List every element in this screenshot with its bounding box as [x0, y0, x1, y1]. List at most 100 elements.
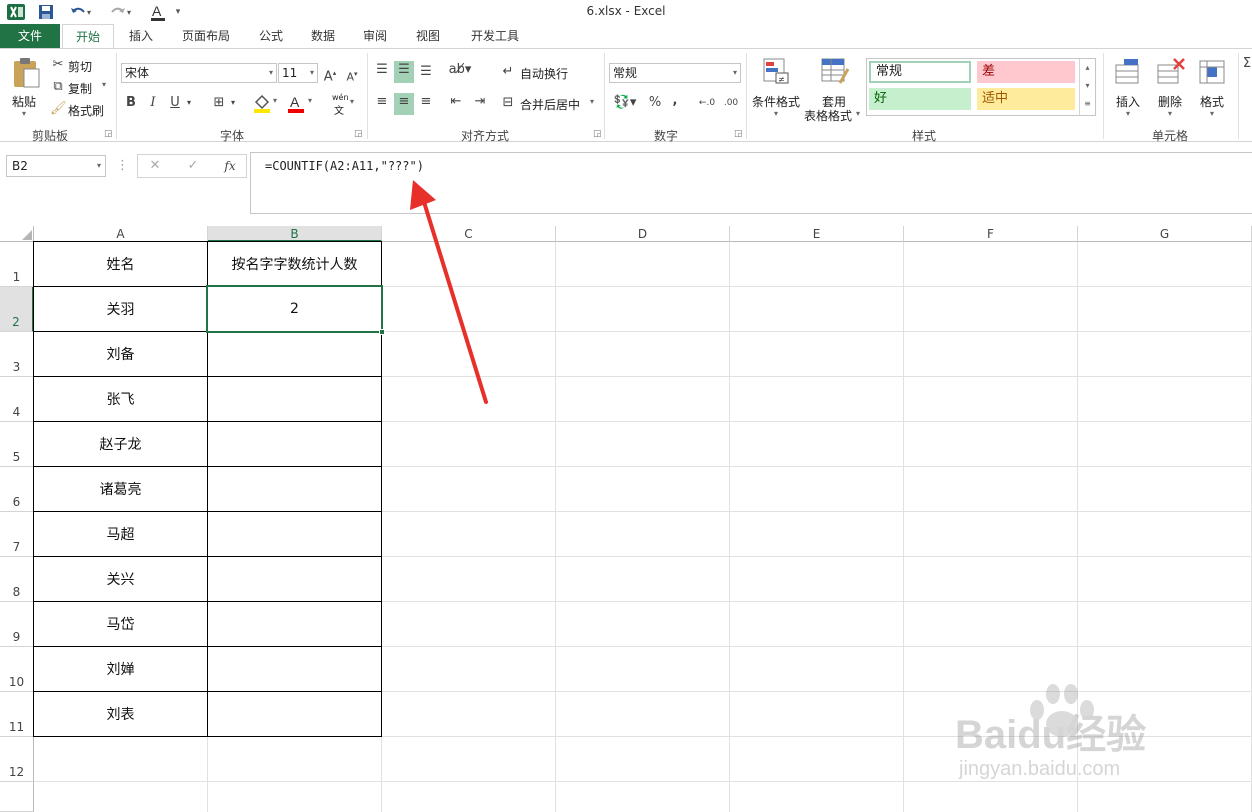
- align-bottom-icon[interactable]: ☰: [416, 63, 436, 85]
- phonetic-guide-button[interactable]: wén 文 ▾: [330, 93, 360, 117]
- decrease-decimal-icon[interactable]: .00: [720, 94, 742, 112]
- cell-a3[interactable]: 刘备: [34, 332, 207, 376]
- row-header-7[interactable]: 7: [0, 512, 34, 557]
- row-header-3[interactable]: 3: [0, 332, 34, 377]
- increase-indent-icon[interactable]: ⇥: [470, 93, 490, 111]
- row-header-4[interactable]: 4: [0, 377, 34, 422]
- cell-a9[interactable]: 马岱: [34, 602, 207, 646]
- shrink-font-icon[interactable]: A▾: [344, 65, 360, 87]
- row-header-13[interactable]: [0, 782, 34, 812]
- font-color-button[interactable]: A ▾: [287, 93, 317, 115]
- row-header-2[interactable]: 2: [0, 287, 34, 332]
- cell-a1[interactable]: 姓名: [34, 242, 207, 286]
- paste-button[interactable]: 粘贴 ▾: [8, 55, 44, 123]
- bold-button[interactable]: B: [124, 94, 138, 112]
- row-header-5[interactable]: 5: [0, 422, 34, 467]
- cell-b1[interactable]: 按名字字数统计人数: [208, 242, 381, 286]
- tab-insert[interactable]: 插入: [118, 24, 164, 48]
- format-as-table-button[interactable]: 套用 表格格式 ▾: [804, 55, 864, 123]
- dialog-launcher-icon[interactable]: ◲: [593, 129, 602, 139]
- cancel-icon[interactable]: ✕: [146, 157, 164, 175]
- wrap-text-button[interactable]: ↵ 自动换行: [500, 63, 572, 83]
- align-middle-icon[interactable]: ☰: [394, 61, 414, 83]
- tab-home[interactable]: 开始: [62, 24, 114, 49]
- enter-icon[interactable]: ✓: [184, 157, 202, 175]
- dialog-launcher-icon[interactable]: ◲: [734, 129, 743, 139]
- row-header-8[interactable]: 8: [0, 557, 34, 602]
- cell-a4[interactable]: 张飞: [34, 377, 207, 421]
- tab-page-layout[interactable]: 页面布局: [170, 24, 242, 48]
- chevron-down-icon[interactable]: ▾: [184, 94, 194, 112]
- dialog-launcher-icon[interactable]: ◲: [104, 129, 113, 139]
- conditional-format-button[interactable]: ≠ 条件格式 ▾: [750, 55, 802, 123]
- cell-a10[interactable]: 刘婵: [34, 647, 207, 691]
- cell-a5[interactable]: 赵子龙: [34, 422, 207, 466]
- cell-styles-gallery: 常规 差 好 适中 ▴ ▾ ≡: [866, 58, 1096, 116]
- column-header-c[interactable]: C: [382, 226, 556, 242]
- font-size-select[interactable]: 11 ▾: [278, 63, 318, 83]
- italic-button[interactable]: I: [146, 94, 160, 112]
- style-bad[interactable]: 差: [977, 61, 1075, 83]
- column-header-a[interactable]: A: [34, 226, 208, 242]
- baidu-watermark: Baidu经验 jingyan.baidu.com: [955, 680, 1225, 790]
- align-left-icon[interactable]: ≡: [372, 93, 392, 115]
- fill-handle[interactable]: [379, 329, 385, 335]
- gallery-scroll[interactable]: ▴ ▾ ≡: [1079, 59, 1095, 115]
- percent-button[interactable]: %: [646, 94, 664, 112]
- align-right-icon[interactable]: ≡: [416, 93, 436, 115]
- tab-view[interactable]: 视图: [405, 24, 451, 48]
- chevron-down-icon[interactable]: ▾: [228, 94, 238, 112]
- cell-a7[interactable]: 马超: [34, 512, 207, 556]
- comma-button[interactable]: ,: [668, 92, 682, 110]
- border-icon[interactable]: ⊞: [210, 94, 228, 112]
- style-good[interactable]: 好: [869, 88, 971, 110]
- increase-decimal-icon[interactable]: ←.0: [696, 94, 718, 112]
- row-header-6[interactable]: 6: [0, 467, 34, 512]
- column-header-d[interactable]: D: [556, 226, 730, 242]
- name-box[interactable]: B2 ▾: [6, 155, 106, 177]
- align-center-icon[interactable]: ≡: [394, 93, 414, 115]
- fill-color-button[interactable]: ▾: [252, 93, 282, 115]
- merge-center-button[interactable]: ⊟ 合并后居中 ▾: [500, 94, 598, 114]
- currency-icon[interactable]: 💱▾: [610, 94, 640, 112]
- orientation-icon[interactable]: ab̸▾: [446, 61, 474, 79]
- cell-a8[interactable]: 关兴: [34, 557, 207, 601]
- dialog-launcher-icon[interactable]: ◲: [354, 129, 363, 139]
- style-normal[interactable]: 常规: [869, 61, 971, 83]
- formula-input[interactable]: =COUNTIF(A2:A11,"???"): [250, 152, 1252, 214]
- tab-developer[interactable]: 开发工具: [458, 24, 532, 48]
- style-neutral[interactable]: 适中: [977, 88, 1075, 110]
- cell-a11[interactable]: 刘表: [34, 692, 207, 736]
- align-top-icon[interactable]: ☰: [372, 61, 392, 83]
- decrease-indent-icon[interactable]: ⇤: [446, 93, 466, 111]
- cut-button[interactable]: ✂ 剪切: [50, 56, 110, 74]
- insert-function-button[interactable]: fx: [220, 157, 240, 175]
- tab-review[interactable]: 审阅: [352, 24, 398, 48]
- sum-icon[interactable]: Σ: [1242, 55, 1252, 73]
- select-all-corner[interactable]: [0, 226, 34, 242]
- tab-data[interactable]: 数据: [300, 24, 346, 48]
- insert-cells-button[interactable]: 插入 ▾: [1108, 55, 1148, 123]
- column-header-e[interactable]: E: [730, 226, 904, 242]
- number-format-select[interactable]: 常规 ▾: [609, 63, 741, 83]
- column-header-g[interactable]: G: [1078, 226, 1252, 242]
- underline-button[interactable]: U: [168, 94, 182, 112]
- font-name-select[interactable]: 宋体 ▾: [121, 63, 277, 83]
- cell-a6[interactable]: 诸葛亮: [34, 467, 207, 511]
- delete-cells-button[interactable]: 删除 ▾: [1152, 55, 1192, 123]
- column-header-b[interactable]: B: [208, 226, 382, 242]
- row-header-12[interactable]: 12: [0, 737, 34, 782]
- tab-file[interactable]: 文件: [0, 24, 60, 48]
- tab-formulas[interactable]: 公式: [248, 24, 294, 48]
- grow-font-icon[interactable]: A▴: [322, 64, 338, 86]
- row-header-9[interactable]: 9: [0, 602, 34, 647]
- copy-button[interactable]: ⧉ 复制 ▾: [50, 78, 114, 96]
- cell-a2[interactable]: 关羽: [34, 287, 207, 331]
- row-header-1[interactable]: 1: [0, 242, 34, 287]
- row-header-11[interactable]: 11: [0, 692, 34, 737]
- format-cells-button[interactable]: 格式 ▾: [1196, 55, 1232, 123]
- row-header-10[interactable]: 10: [0, 647, 34, 692]
- column-header-f[interactable]: F: [904, 226, 1078, 242]
- more-options-icon[interactable]: ⋮: [116, 157, 129, 175]
- format-painter-button[interactable]: 🖌 格式刷: [50, 100, 110, 118]
